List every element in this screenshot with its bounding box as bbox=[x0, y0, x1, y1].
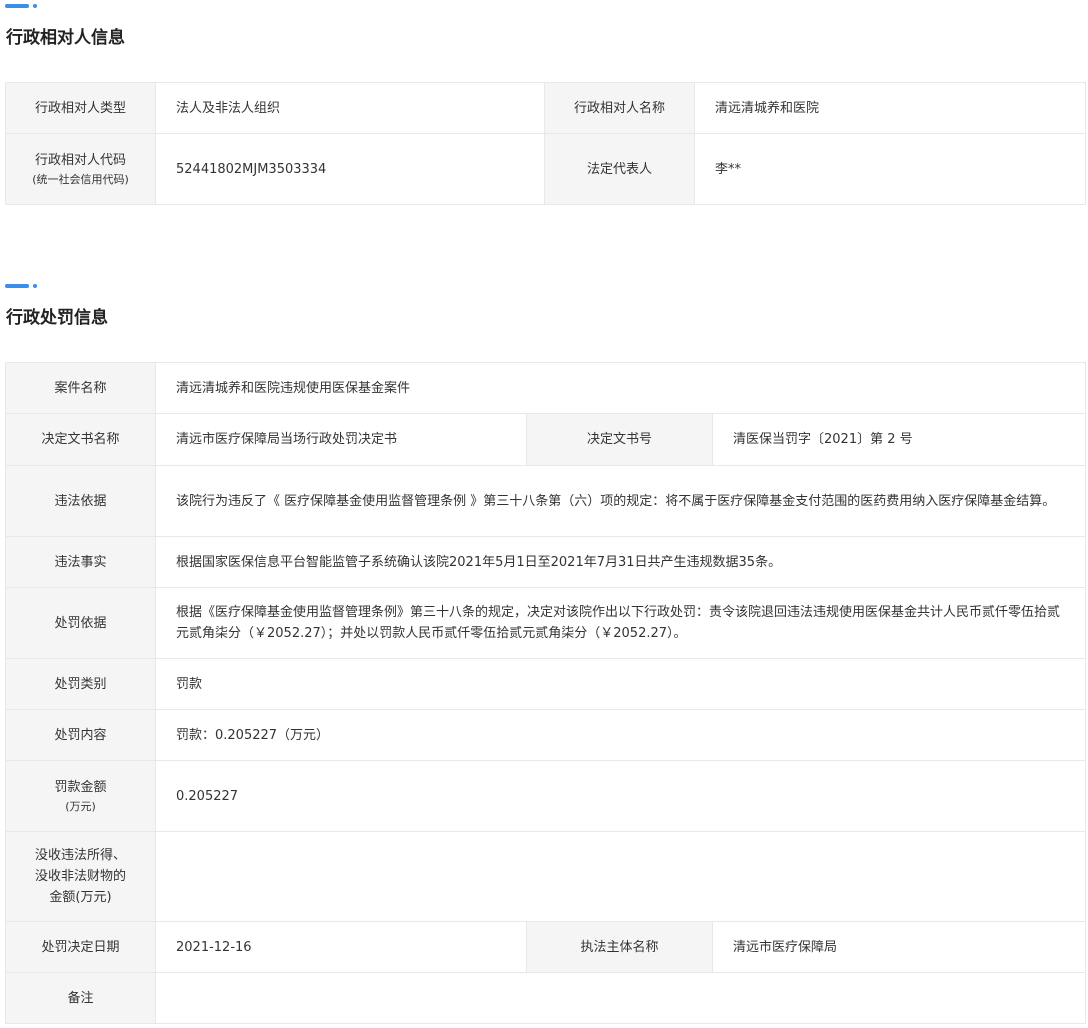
violation-basis-label: 违法依据 bbox=[5, 465, 156, 537]
violation-basis-value: 该院行为违反了《 医疗保障基金使用监督管理条例 》第三十八条第（六）项的规定：将… bbox=[155, 465, 1086, 537]
section-marker bbox=[5, 4, 37, 8]
table-row: 备注 bbox=[5, 972, 1086, 1024]
penalty-type-label: 处罚类别 bbox=[5, 658, 156, 710]
decision-doc-number-label: 决定文书号 bbox=[526, 413, 713, 466]
table-row: 行政相对人代码 (统一社会信用代码) 52441802MJM3503334 法定… bbox=[5, 133, 1086, 205]
fine-amount-label: 罚款金额 bbox=[54, 780, 107, 795]
section-title-penalty-info: 行政处罚信息 bbox=[6, 308, 108, 328]
violation-facts-label: 违法事实 bbox=[5, 536, 156, 588]
table-row: 处罚依据 根据《医疗保障基金使用监督管理条例》第三十八条的规定，决定对该院作出以… bbox=[5, 587, 1086, 659]
table-row: 违法依据 该院行为违反了《 医疗保障基金使用监督管理条例 》第三十八条第（六）项… bbox=[5, 465, 1086, 537]
party-info-table: 行政相对人类型 法人及非法人组织 行政相对人名称 清远清城养和医院 行政相对人代… bbox=[5, 82, 1086, 205]
party-code-value: 52441802MJM3503334 bbox=[155, 133, 545, 205]
legal-rep-value: 李** bbox=[694, 133, 1086, 205]
party-type-label: 行政相对人类型 bbox=[5, 82, 156, 134]
table-row: 行政相对人类型 法人及非法人组织 行政相对人名称 清远清城养和医院 bbox=[5, 82, 1086, 134]
party-code-label: 行政相对人代码 bbox=[34, 153, 126, 168]
case-name-label: 案件名称 bbox=[5, 362, 156, 414]
decision-doc-name-value: 清远市医疗保障局当场行政处罚决定书 bbox=[155, 413, 527, 466]
fine-amount-label-cell: 罚款金额 (万元) bbox=[5, 760, 156, 832]
table-row: 案件名称 清远清城养和医院违规使用医保基金案件 bbox=[5, 362, 1086, 414]
penalty-content-value: 罚款：0.205227（万元） bbox=[155, 709, 1086, 761]
case-name-value: 清远清城养和医院违规使用医保基金案件 bbox=[155, 362, 1086, 414]
confiscation-label-line-1: 没收违法所得、 bbox=[34, 848, 126, 863]
remarks-value bbox=[155, 972, 1086, 1024]
enforcement-authority-label: 执法主体名称 bbox=[526, 921, 713, 973]
party-code-label-cell: 行政相对人代码 (统一社会信用代码) bbox=[5, 133, 156, 205]
confiscation-label-line-3: 金额(万元) bbox=[49, 890, 112, 905]
section-marker-dot bbox=[33, 284, 37, 288]
party-name-label: 行政相对人名称 bbox=[544, 82, 695, 134]
penalty-content-label: 处罚内容 bbox=[5, 709, 156, 761]
penalty-basis-value: 根据《医疗保障基金使用监督管理条例》第三十八条的规定，决定对该院作出以下行政处罚… bbox=[155, 587, 1086, 659]
decision-date-label: 处罚决定日期 bbox=[5, 921, 156, 973]
table-row: 处罚类别 罚款 bbox=[5, 658, 1086, 710]
confiscation-label-line-2: 没收非法财物的 bbox=[34, 869, 126, 884]
party-type-value: 法人及非法人组织 bbox=[155, 82, 545, 134]
remarks-label: 备注 bbox=[5, 972, 156, 1024]
confiscation-value bbox=[155, 831, 1086, 922]
enforcement-authority-value: 清远市医疗保障局 bbox=[712, 921, 1086, 973]
section-marker bbox=[5, 284, 37, 288]
table-row: 没收违法所得、 没收非法财物的 金额(万元) bbox=[5, 831, 1086, 922]
confiscation-label-cell: 没收违法所得、 没收非法财物的 金额(万元) bbox=[5, 831, 156, 922]
table-row: 决定文书名称 清远市医疗保障局当场行政处罚决定书 决定文书号 清医保当罚字〔20… bbox=[5, 413, 1086, 466]
section-marker-bar bbox=[5, 4, 29, 8]
fine-amount-value: 0.205227 bbox=[155, 760, 1086, 832]
table-row: 处罚决定日期 2021-12-16 执法主体名称 清远市医疗保障局 bbox=[5, 921, 1086, 973]
decision-doc-number-value: 清医保当罚字〔2021〕第 2 号 bbox=[712, 413, 1086, 466]
section-marker-bar bbox=[5, 284, 29, 288]
table-row: 处罚内容 罚款：0.205227（万元） bbox=[5, 709, 1086, 761]
decision-doc-name-label: 决定文书名称 bbox=[5, 413, 156, 466]
decision-date-value: 2021-12-16 bbox=[155, 921, 527, 973]
penalty-info-table: 案件名称 清远清城养和医院违规使用医保基金案件 决定文书名称 清远市医疗保障局当… bbox=[5, 362, 1086, 1024]
table-row: 违法事实 根据国家医保信息平台智能监管子系统确认该院2021年5月1日至2021… bbox=[5, 536, 1086, 588]
penalty-basis-label: 处罚依据 bbox=[5, 587, 156, 659]
legal-rep-label: 法定代表人 bbox=[544, 133, 695, 205]
section-title-party-info: 行政相对人信息 bbox=[6, 28, 125, 48]
section-marker-dot bbox=[33, 4, 37, 8]
fine-amount-unit: (万元) bbox=[65, 800, 96, 813]
violation-facts-value: 根据国家医保信息平台智能监管子系统确认该院2021年5月1日至2021年7月31… bbox=[155, 536, 1086, 588]
party-code-sublabel: (统一社会信用代码) bbox=[32, 173, 129, 186]
party-name-value: 清远清城养和医院 bbox=[694, 82, 1086, 134]
table-row: 罚款金额 (万元) 0.205227 bbox=[5, 760, 1086, 832]
penalty-type-value: 罚款 bbox=[155, 658, 1086, 710]
